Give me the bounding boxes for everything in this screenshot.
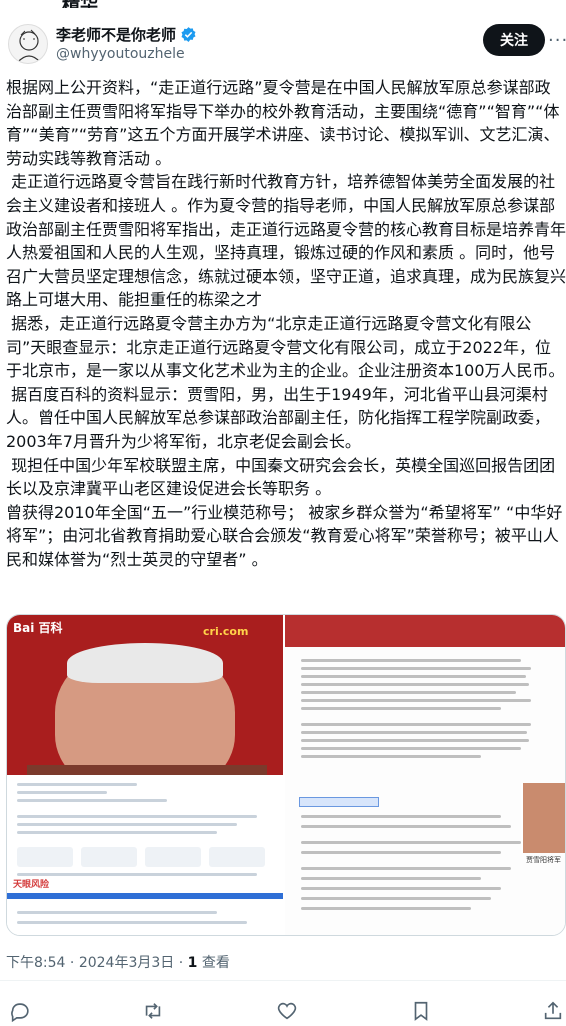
tweet-paragraph: 现担任中国少年军校联盟主席，中国秦文研究会会长，英模全国巡回报告团团长以及京津冀… — [6, 455, 556, 499]
watermark: cri.com — [203, 625, 249, 638]
tag-box — [299, 797, 379, 807]
tweet-time[interactable]: 下午8:54 — [6, 955, 65, 971]
tianyan-label: 天眼风险 — [13, 880, 50, 890]
retweet-icon[interactable] — [142, 1000, 166, 1024]
separator-dot: · — [69, 955, 79, 971]
tweet-text: 根据网上公开资料，“走正道行远路”夏令营是在中国人民解放军原总参谋部政治部副主任… — [6, 76, 566, 571]
tweet-paragraph: 据百度百科的资料显示：贾雪阳，男，出生于1949年，河北省平山县河渠村人。曾任中… — [6, 384, 551, 451]
separator-dot: · — [178, 955, 188, 971]
portrait-hair — [67, 643, 223, 683]
share-icon[interactable] — [542, 1000, 566, 1024]
tweet-paragraph: 根据网上公开资料，“走正道行远路”夏令营是在中国人民解放军原总参谋部政治部副主任… — [6, 78, 560, 168]
bookmark-icon[interactable] — [410, 1000, 434, 1024]
baidu-logo: Bai 百科 — [13, 621, 63, 635]
tweet-paragraph: 曾获得2010年全国“五一”行业模范称号； 被家乡群众誉为“希望将军” “中华好… — [6, 502, 563, 569]
partial-top-text: 精华 — [62, 0, 98, 8]
article-banner — [285, 615, 565, 647]
tweet-header: 李老师不是你老师 @whyyoutouzhele 关注 ··· — [0, 14, 566, 74]
verified-icon — [181, 27, 196, 42]
avatar[interactable] — [8, 24, 48, 64]
thumbnail-caption: 贾雪阳将军 — [526, 856, 561, 864]
more-options-icon[interactable]: ··· — [548, 30, 566, 51]
tweet-date[interactable]: 2024年3月3日 — [79, 955, 174, 971]
avatar-sketch-icon — [16, 29, 42, 63]
follow-button[interactable]: 关注 — [483, 24, 545, 56]
reply-icon[interactable] — [9, 1000, 33, 1024]
user-handle[interactable]: @whyyoutouzhele — [56, 46, 185, 62]
divider — [0, 980, 566, 981]
tweet-paragraph: 走正道行远路夏令营旨在践行新时代教育方针，培养德智体美劳全面发展的社会主义建设者… — [6, 172, 566, 310]
action-bar — [0, 1000, 566, 1024]
tweet-paragraph: 据悉，走正道行远路夏令营主办方为“北京走正道行远路夏令营文化有限公司”天眼查显示… — [6, 313, 565, 381]
side-thumbnail — [521, 783, 565, 853]
view-count: 1 — [187, 955, 198, 971]
tweet-media[interactable]: Bai 百科 cri.com 天眼风险 贾雪阳将军 — [6, 614, 566, 936]
media-image-right[interactable]: 贾雪阳将军 — [285, 615, 565, 935]
like-icon[interactable] — [276, 1000, 300, 1024]
display-name[interactable]: 李老师不是你老师 — [56, 24, 176, 45]
baike-info-panel — [7, 775, 283, 935]
view-label: 查看 — [201, 955, 230, 971]
name-row: 李老师不是你老师 — [56, 24, 197, 45]
timestamp-row: 下午8:54 · 2024年3月3日 · 1 查看 — [6, 952, 230, 972]
media-image-left[interactable]: Bai 百科 cri.com 天眼风险 — [7, 615, 285, 935]
